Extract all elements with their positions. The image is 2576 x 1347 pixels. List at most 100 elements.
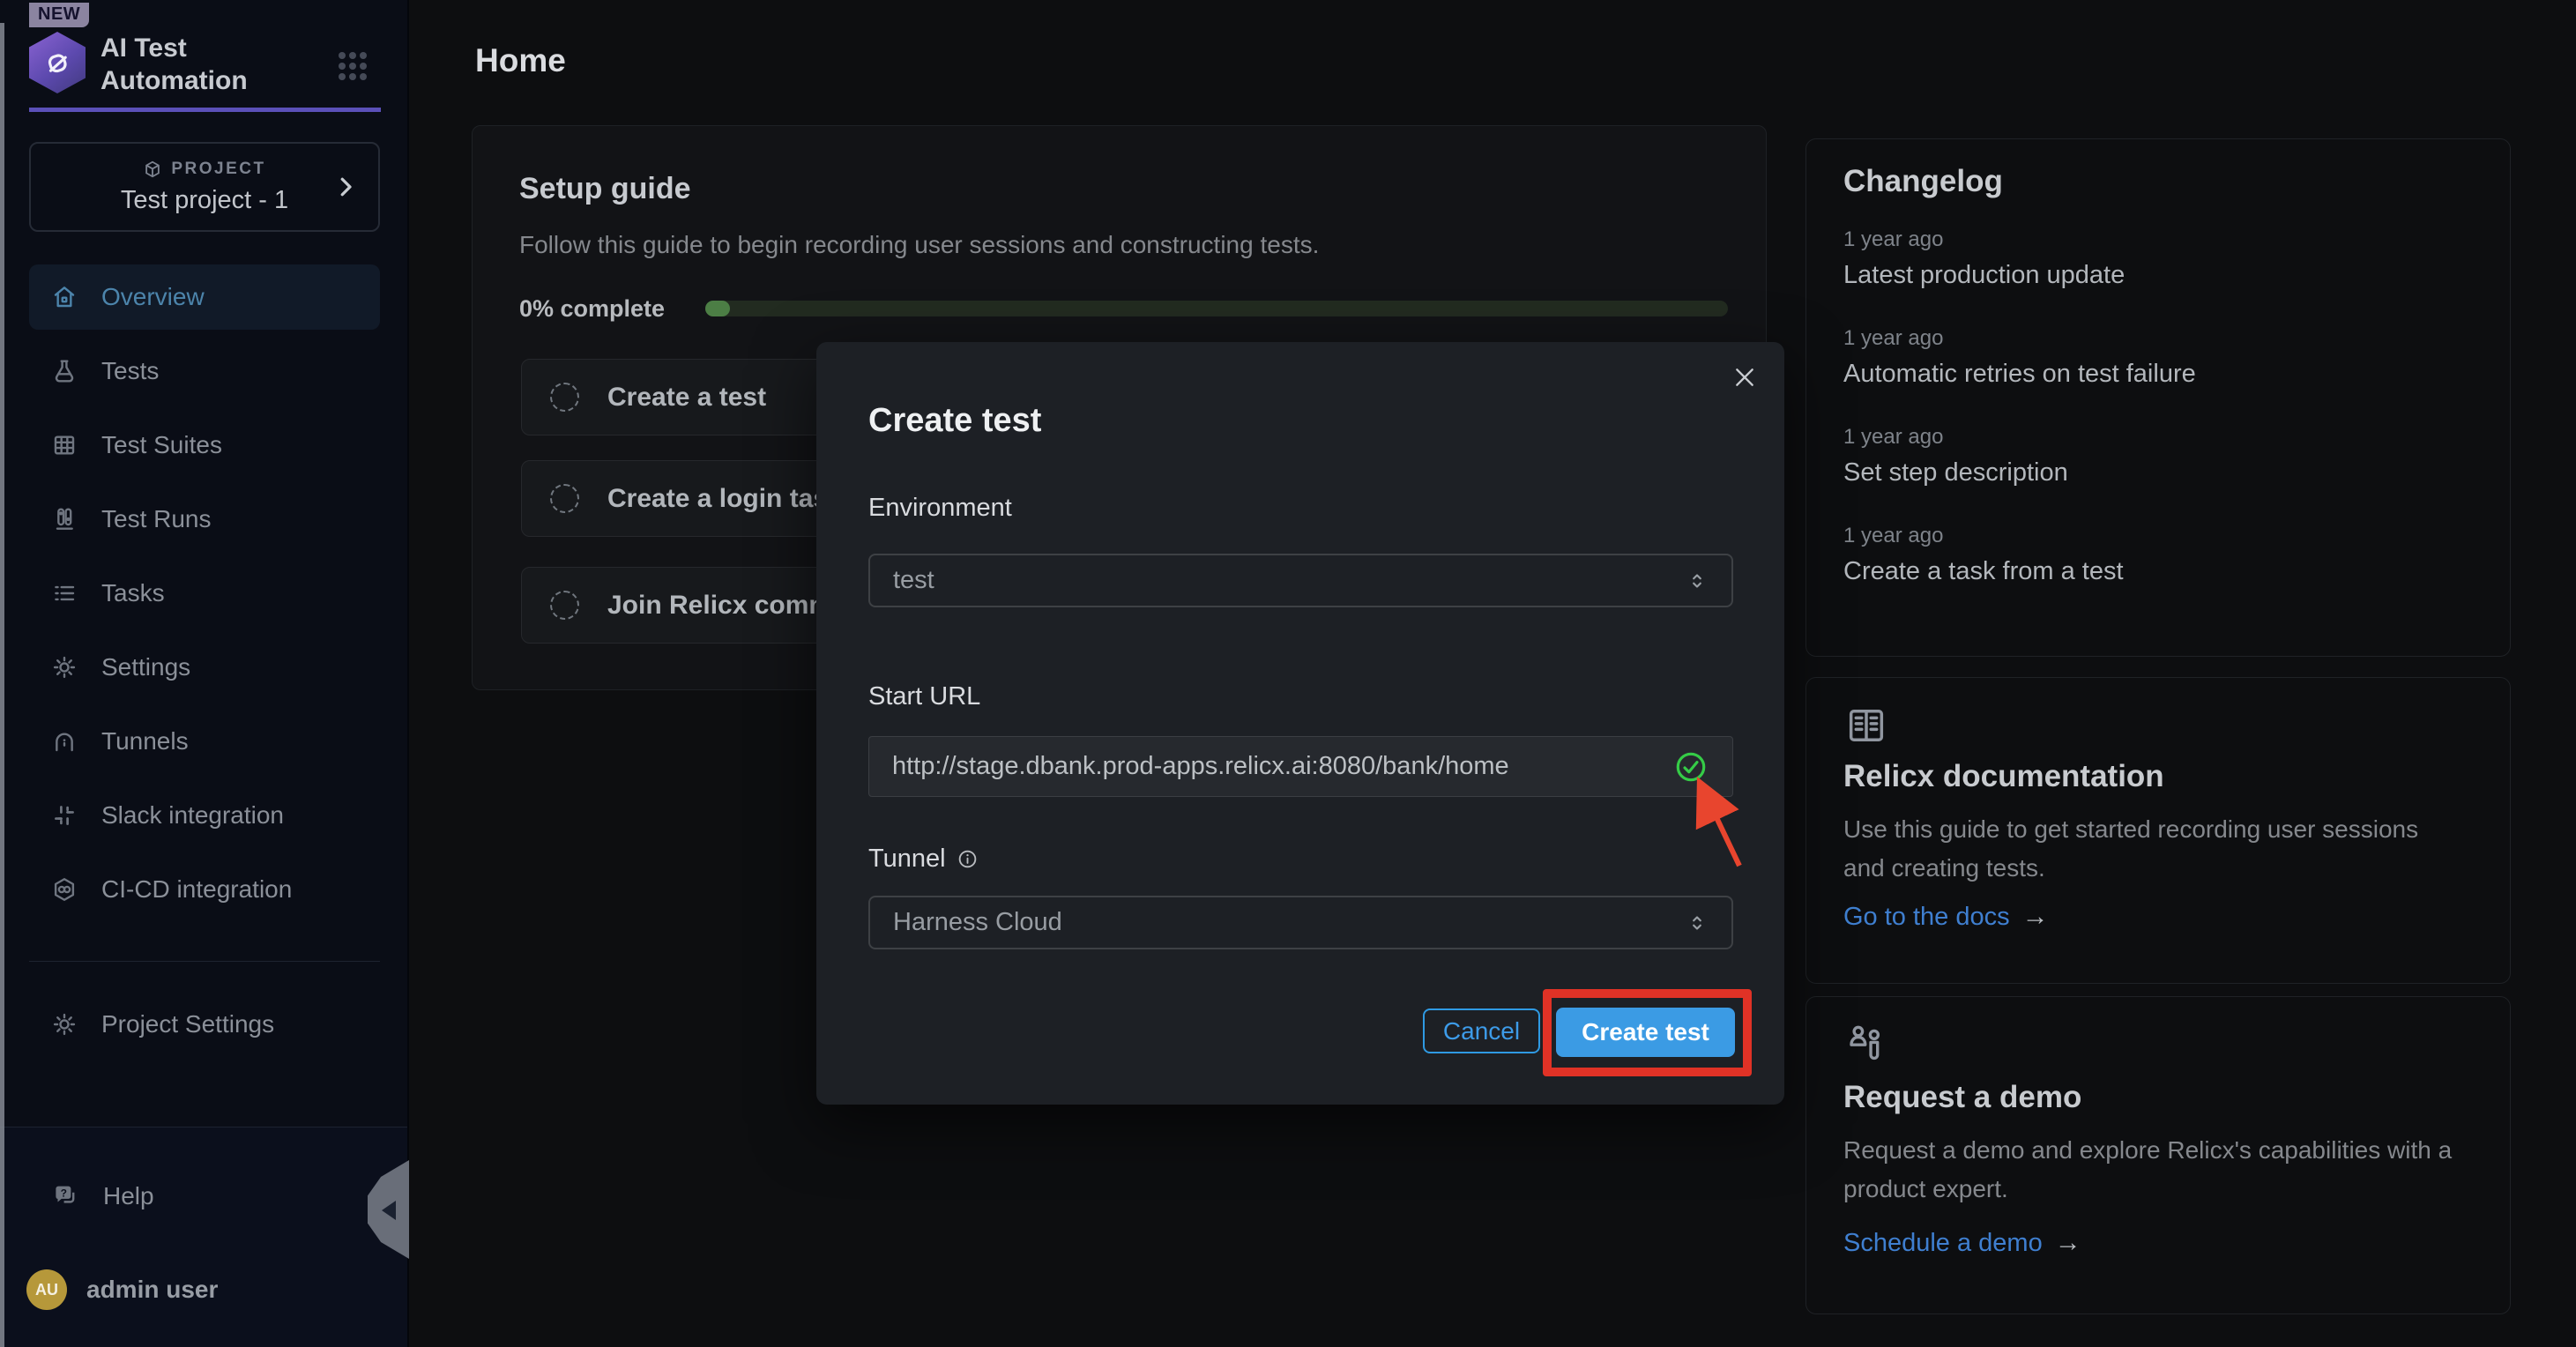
runs-icon (50, 505, 78, 533)
sidebar-item-label: Settings (101, 653, 190, 681)
create-test-button[interactable]: Create test (1556, 1008, 1735, 1057)
schedule-demo-link[interactable]: Schedule a demo → (1843, 1228, 2081, 1258)
project-eyebrow-label: PROJECT (171, 160, 265, 179)
home-icon (50, 283, 78, 311)
sidebar-item-slack-integration[interactable]: Slack integration (29, 783, 380, 848)
sidebar-item-label: Tests (101, 357, 159, 385)
arrow-right-icon: → (2022, 902, 2049, 932)
sidebar-item-label: Help (103, 1182, 154, 1210)
environment-value: test (893, 566, 934, 595)
chevron-updown-icon (1686, 569, 1709, 592)
cancel-button-label: Cancel (1443, 1017, 1520, 1046)
link-label: Schedule a demo (1843, 1229, 2043, 1258)
help-chat-icon: ? (50, 1181, 80, 1211)
progress-bar (705, 301, 1728, 316)
avatar: AU (26, 1269, 67, 1310)
changelog-title: Changelog (1843, 164, 2003, 199)
checklist-item-label: Create a login task (607, 484, 843, 514)
tunnel-label: Tunnel (868, 845, 946, 874)
slack-icon (50, 801, 78, 830)
project-selector[interactable]: PROJECT Test project - 1 (29, 142, 380, 232)
link-label: Go to the docs (1843, 903, 2010, 932)
window-edge-scrollbar[interactable] (0, 23, 4, 1347)
sidebar-item-settings[interactable]: Settings (29, 635, 380, 700)
sidebar-item-label: Tunnels (101, 727, 189, 755)
sidebar-item-help[interactable]: ? Help (29, 1164, 380, 1229)
arrow-right-icon: → (2055, 1228, 2081, 1258)
close-icon[interactable] (1727, 360, 1762, 395)
sidebar-item-label: Tasks (101, 579, 165, 607)
app-logo-icon (40, 44, 75, 81)
changelog-entry-text: Create a task from a test (1843, 557, 2124, 586)
cube-icon (143, 160, 162, 179)
create-test-button-label: Create test (1582, 1018, 1709, 1046)
book-icon (1843, 703, 1889, 748)
progress-bar-fill (705, 301, 730, 316)
app-grid-icon[interactable] (335, 48, 370, 84)
table-icon (50, 431, 78, 459)
sidebar-nav-secondary: Project Settings (29, 992, 380, 1066)
changelog-entry-text: Latest production update (1843, 261, 2125, 290)
user-name: admin user (86, 1276, 218, 1304)
sidebar-footer-items: ? Help (29, 1164, 380, 1238)
documentation-description: Use this guide to get started recording … (1843, 810, 2466, 888)
environment-label: Environment (868, 494, 1012, 523)
environment-select[interactable]: test (868, 554, 1733, 607)
sidebar-item-label: CI-CD integration (101, 875, 292, 904)
chevron-right-icon (332, 174, 359, 200)
sidebar-item-tunnels[interactable]: Tunnels (29, 709, 380, 774)
changelog-entry-time: 1 year ago (1843, 524, 1943, 548)
list-icon (50, 579, 78, 607)
documentation-title: Relicx documentation (1843, 759, 2164, 794)
svg-text:?: ? (61, 1187, 67, 1200)
modal-title: Create test (868, 402, 1041, 440)
changelog-entry-text: Automatic retries on test failure (1843, 360, 2196, 389)
sidebar-item-cicd-integration[interactable]: CI-CD integration (29, 857, 380, 922)
tunnel-select[interactable]: Harness Cloud (868, 896, 1733, 949)
documentation-card: Relicx documentation Use this guide to g… (1805, 677, 2511, 984)
sidebar-item-label: Slack integration (101, 801, 284, 830)
sidebar-item-test-runs[interactable]: Test Runs (29, 487, 380, 552)
cancel-button[interactable]: Cancel (1423, 1008, 1540, 1053)
changelog-entry-text: Set step description (1843, 458, 2068, 487)
sidebar-item-project-settings[interactable]: Project Settings (29, 992, 380, 1057)
request-demo-card: Request a demo Request a demo and explor… (1805, 996, 2511, 1314)
tunnel-icon (50, 727, 78, 755)
request-demo-title: Request a demo (1843, 1080, 2081, 1115)
changelog-card: Changelog 1 year ago Latest production u… (1805, 138, 2511, 657)
cicd-icon (50, 875, 78, 904)
sidebar-item-label: Test Runs (101, 505, 212, 533)
sidebar-nav: Overview Tests Test Suites (29, 264, 380, 931)
request-demo-description: Request a demo and explore Relicx's capa… (1843, 1131, 2466, 1209)
start-url-input[interactable]: http://stage.dbank.prod-apps.relicx.ai:8… (868, 736, 1733, 797)
people-icon (1843, 1020, 1891, 1068)
checklist-item-label: Create a test (607, 383, 766, 413)
sidebar-divider (29, 961, 380, 962)
chevron-updown-icon (1686, 912, 1709, 934)
setup-guide-description: Follow this guide to begin recording use… (519, 231, 1319, 259)
sidebar-item-test-suites[interactable]: Test Suites (29, 413, 380, 478)
setup-guide-title: Setup guide (519, 172, 691, 206)
start-url-label: Start URL (868, 682, 980, 711)
sidebar-item-tests[interactable]: Tests (29, 339, 380, 404)
unchecked-circle-icon (550, 383, 579, 412)
go-to-docs-link[interactable]: Go to the docs → (1843, 902, 2049, 932)
flask-icon (50, 357, 78, 385)
gear-icon (50, 653, 78, 681)
progress-label: 0% complete (519, 295, 665, 323)
gear-icon (50, 1010, 78, 1038)
sidebar-item-label: Overview (101, 283, 205, 311)
start-url-value: http://stage.dbank.prod-apps.relicx.ai:8… (892, 752, 1509, 781)
new-badge: NEW (29, 3, 89, 27)
info-icon[interactable] (957, 848, 979, 870)
sidebar-item-overview[interactable]: Overview (29, 264, 380, 330)
create-test-modal: Create test Environment test Start URL h… (816, 342, 1784, 1105)
collapse-arrow-icon (382, 1201, 396, 1220)
user-menu[interactable]: AU admin user (26, 1269, 218, 1310)
sidebar-item-tasks[interactable]: Tasks (29, 561, 380, 626)
changelog-entry-time: 1 year ago (1843, 425, 1943, 450)
sidebar: NEW AI Test Automation (0, 0, 409, 1347)
changelog-entry-time: 1 year ago (1843, 227, 1943, 252)
app-title: AI Test Automation (101, 32, 259, 97)
unchecked-circle-icon (550, 591, 579, 620)
